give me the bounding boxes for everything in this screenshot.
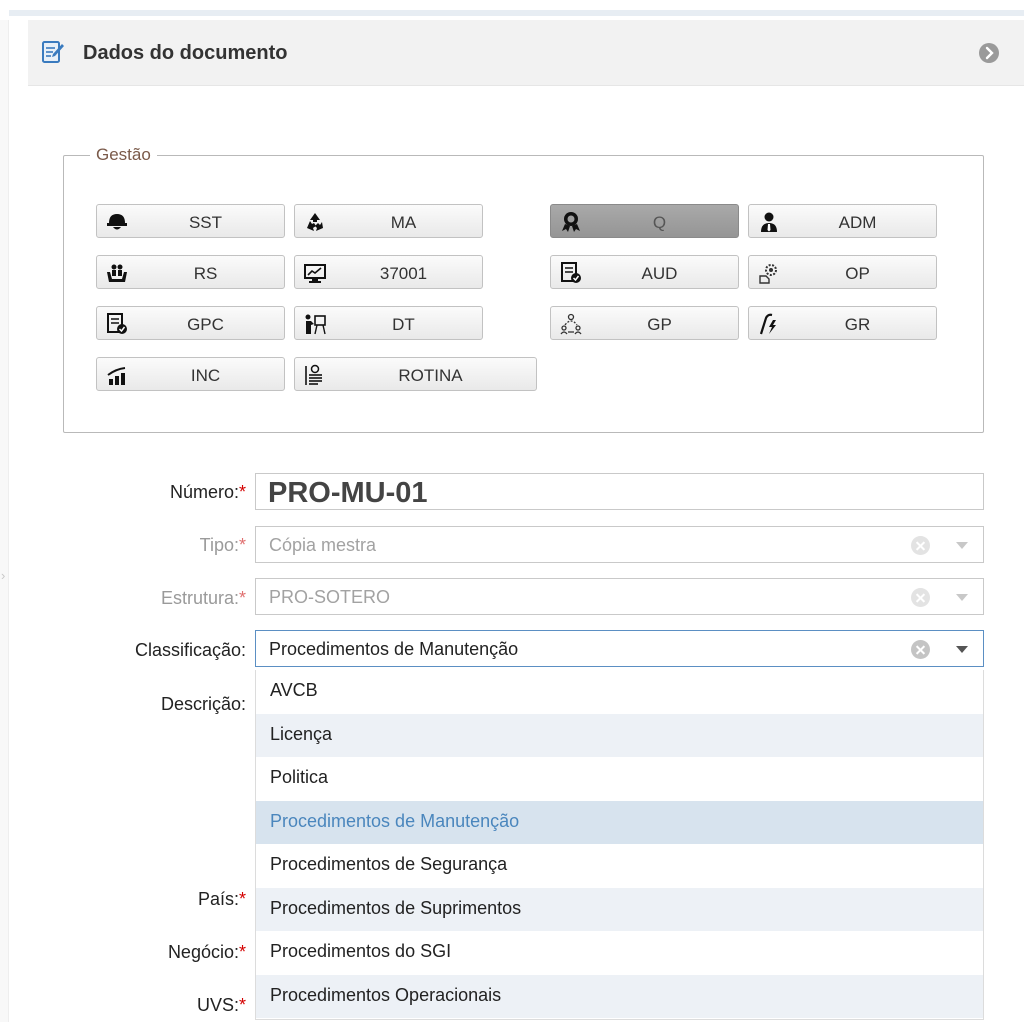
signal-bars-icon (107, 367, 126, 385)
classificacao-label: Classificação: (134, 640, 246, 660)
descricao-label: Descrição: (160, 694, 246, 714)
clear-tipo-icon[interactable] (911, 536, 930, 555)
user-tie-icon (761, 212, 777, 232)
top-divider (9, 10, 1024, 16)
arrow-right-circle-icon[interactable] (978, 42, 1000, 64)
module-button-aud[interactable]: AUD (550, 255, 739, 289)
dropdown-option[interactable]: Procedimentos Operacionais (256, 975, 983, 1018)
sidebar-collapsed-rail[interactable]: › (0, 20, 9, 1022)
award-ribbon-icon (562, 212, 580, 232)
panel-title: Dados do documento (83, 42, 288, 64)
module-button-gp[interactable]: GP (550, 306, 739, 340)
module-button-rs[interactable]: RS (96, 255, 285, 289)
document-check-icon (107, 313, 127, 334)
team-network-icon (560, 313, 582, 335)
uvs-label: UVS:* (196, 995, 246, 1015)
chevron-down-icon[interactable] (956, 542, 968, 549)
module-button-adm[interactable]: ADM (748, 204, 937, 238)
module-button-rotina[interactable]: ROTINA (294, 357, 537, 391)
module-button-gpc[interactable]: GPC (96, 306, 285, 340)
clear-classificacao-icon[interactable] (911, 640, 930, 659)
dropdown-option[interactable]: Licença (256, 714, 983, 757)
module-button-op[interactable]: OP (748, 255, 937, 289)
expand-chevron-icon[interactable]: › (1, 568, 5, 583)
clear-estrutura-icon[interactable] (911, 588, 930, 607)
gestao-legend: Gestão (96, 145, 151, 164)
document-check-icon (561, 262, 581, 283)
hardhat-icon (107, 214, 127, 230)
presentation-icon (305, 314, 326, 335)
tipo-label: Tipo:* (199, 535, 246, 555)
numero-label: Número:* (169, 482, 246, 502)
recycle-icon (307, 213, 323, 231)
checklist-icon (305, 364, 322, 385)
monitor-chart-icon (304, 264, 326, 283)
classificacao-dropdown[interactable]: AVCB Licença Politica Procedimentos de M… (255, 670, 984, 1020)
numero-field[interactable]: PRO-MU-01 (255, 473, 984, 510)
dropdown-option[interactable]: Procedimentos do SGI (256, 931, 983, 974)
dropdown-option[interactable]: Procedimentos de Suprimentos (256, 888, 983, 931)
tipo-select[interactable]: Cópia mestra (255, 526, 984, 563)
module-button-37001[interactable]: 37001 (294, 255, 483, 289)
chevron-down-icon[interactable] (956, 594, 968, 601)
estrutura-select[interactable]: PRO-SOTERO (255, 578, 984, 615)
hands-people-icon (107, 264, 127, 282)
dropdown-option[interactable]: Politica (256, 757, 983, 800)
edit-document-icon (42, 41, 64, 63)
module-button-q[interactable]: Q (550, 204, 739, 238)
module-button-dt[interactable]: DT (294, 306, 483, 340)
gear-hand-icon (759, 264, 777, 284)
module-button-sst[interactable]: SST (96, 204, 285, 238)
module-button-inc[interactable]: INC (96, 357, 285, 391)
estrutura-label: Estrutura:* (160, 588, 246, 608)
dropdown-option-selected[interactable]: Procedimentos de Manutenção (256, 801, 983, 844)
module-button-ma[interactable]: MA (294, 204, 483, 238)
dropdown-option[interactable]: Procedimentos de Segurança (256, 844, 983, 887)
negocio-label: Negócio:* (167, 942, 246, 962)
module-button-gr[interactable]: GR (748, 306, 937, 340)
dropdown-option[interactable]: AVCB (256, 670, 983, 713)
panel-header: Dados do documento (28, 20, 1024, 86)
classificacao-select[interactable]: Procedimentos de Manutenção (255, 630, 984, 667)
chevron-down-icon[interactable] (956, 646, 968, 653)
lightning-curve-icon (759, 313, 776, 335)
pais-label: País:* (197, 889, 246, 909)
